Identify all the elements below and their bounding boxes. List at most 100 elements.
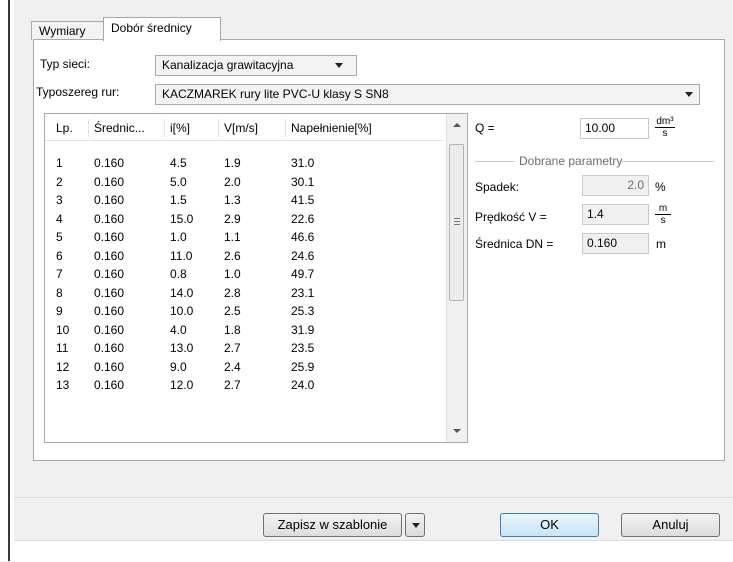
- window-bottom-strip: [14, 540, 733, 562]
- typoszereg-select[interactable]: KACZMAREK rury lite PVC-U klasy S SN8: [155, 84, 700, 105]
- typ-sieci-label: Typ sieci:: [40, 57, 91, 71]
- table-row[interactable]: 9 0.160 10.0 2.5 25.3: [45, 302, 445, 321]
- table-cell: 0.160: [94, 378, 125, 392]
- table-cell: 9: [56, 304, 63, 318]
- table-cell: 1.0: [224, 267, 241, 281]
- table-cell: 30.1: [291, 174, 315, 189]
- column-header-v[interactable]: V[m/s]: [219, 119, 286, 137]
- footer-separator: [14, 497, 733, 498]
- q-input[interactable]: 10.00: [580, 118, 649, 139]
- table-cell: 23.5: [291, 341, 315, 355]
- srednica-value: 0.160: [582, 233, 649, 254]
- table-cell: 11: [56, 341, 69, 355]
- table-cell: 24.0: [291, 378, 315, 392]
- table-cell: 14.0: [170, 285, 194, 300]
- table-cell: 7: [56, 267, 63, 281]
- table-cell: 13: [56, 378, 70, 392]
- table-cell: 4.0: [170, 322, 187, 337]
- table-cell: 0.160: [94, 322, 125, 337]
- table-body: 1 0.160 4.5 1.9 31.0 2 0.160 5.0 2.0 30.1 3 0.160 1.…: [45, 154, 445, 395]
- scroll-thumb[interactable]: [449, 144, 464, 301]
- table-row[interactable]: 1 0.160 4.5 1.9 31.0: [45, 154, 445, 173]
- table-cell: 2: [56, 174, 63, 189]
- predkosc-value: 1.4: [582, 204, 649, 225]
- arrow-up-icon[interactable]: [453, 123, 461, 127]
- table-cell: 3: [56, 193, 63, 207]
- table-row[interactable]: 5 0.160 1.0 1.1 46.6: [45, 228, 445, 247]
- table-row[interactable]: 4 0.160 15.0 2.9 22.6: [45, 210, 445, 229]
- table-cell: 24.6: [291, 248, 315, 263]
- cancel-button[interactable]: Anuluj: [621, 513, 720, 537]
- table-row[interactable]: 6 0.160 11.0 2.6 24.6: [45, 247, 445, 266]
- table-row[interactable]: 12 0.160 9.0 2.4 25.9: [45, 358, 445, 377]
- table-cell: 4.5: [170, 156, 187, 170]
- results-table[interactable]: Lp. Średnic... i[%] V[m/s] Napełnienie[%…: [44, 113, 468, 443]
- ok-button[interactable]: OK: [500, 513, 599, 537]
- table-cell: 13.0: [170, 341, 194, 355]
- table-cell: 0.160: [94, 248, 125, 263]
- table-row[interactable]: 11 0.160 13.0 2.7 23.5: [45, 339, 445, 358]
- table-cell: 49.7: [291, 267, 315, 281]
- column-header-napelnienie[interactable]: Napełnienie[%]: [286, 119, 426, 137]
- table-cell: 8: [56, 285, 63, 300]
- save-template-button[interactable]: Zapisz w szablonie: [263, 513, 402, 537]
- table-cell: 0.160: [94, 211, 125, 226]
- table-cell: 22.6: [291, 211, 315, 226]
- chevron-down-icon: [685, 92, 693, 97]
- table-row[interactable]: 13 0.160 12.0 2.7 24.0: [45, 376, 445, 395]
- table-cell: 0.160: [94, 156, 125, 170]
- table-cell: 25.3: [291, 304, 315, 318]
- table-cell: 46.6: [291, 230, 315, 244]
- spadek-label: Spadek:: [475, 180, 520, 194]
- typoszereg-label: Typoszereg rur:: [36, 85, 120, 99]
- q-unit: dm³ s: [655, 116, 675, 139]
- q-label: Q =: [475, 121, 495, 135]
- spadek-value: 2.0: [582, 175, 649, 196]
- table-cell: 1: [56, 156, 63, 170]
- table-scrollbar[interactable]: [446, 114, 467, 442]
- table-cell: 1.5: [170, 193, 187, 207]
- table-cell: 0.160: [94, 341, 125, 355]
- tab-wymiary[interactable]: Wymiary: [31, 21, 105, 40]
- table-cell: 15.0: [170, 211, 194, 226]
- chevron-down-icon: [335, 63, 343, 68]
- table-cell: 2.8: [224, 285, 241, 300]
- predkosc-unit: ms: [655, 203, 671, 226]
- table-cell: 10.0: [170, 304, 194, 318]
- table-cell: 9.0: [170, 359, 187, 374]
- table-cell: 6: [56, 248, 63, 263]
- table-cell: 31.0: [291, 156, 315, 170]
- table-cell: 5.0: [170, 174, 187, 189]
- table-cell: 41.5: [291, 193, 315, 207]
- typ-sieci-select[interactable]: Kanalizacja grawitacyjna: [155, 55, 357, 76]
- srednica-label: Średnica DN =: [475, 237, 554, 251]
- arrow-down-icon[interactable]: [453, 429, 461, 433]
- table-cell: 0.160: [94, 359, 125, 374]
- table-cell: 2.7: [224, 378, 241, 392]
- table-row[interactable]: 2 0.160 5.0 2.0 30.1: [45, 173, 445, 192]
- window-left-border: [0, 0, 14, 561]
- table-header: Lp. Średnic... i[%] V[m/s] Napełnienie[%…: [45, 114, 445, 141]
- column-header-lp[interactable]: Lp.: [51, 119, 89, 137]
- table-cell: 1.3: [224, 193, 241, 207]
- column-header-i[interactable]: i[%]: [165, 119, 219, 137]
- table-row[interactable]: 8 0.160 14.0 2.8 23.1: [45, 284, 445, 303]
- table-row[interactable]: 7 0.160 0.8 1.0 49.7: [45, 265, 445, 284]
- table-cell: 0.8: [170, 267, 187, 281]
- table-cell: 2.7: [224, 341, 241, 355]
- table-row[interactable]: 10 0.160 4.0 1.8 31.9: [45, 321, 445, 340]
- table-cell: 12: [56, 359, 70, 374]
- save-template-dropdown-button[interactable]: [405, 513, 425, 537]
- spadek-unit: %: [655, 180, 666, 194]
- table-cell: 1.0: [170, 230, 187, 244]
- table-cell: 11.0: [170, 248, 193, 263]
- table-row[interactable]: 3 0.160 1.5 1.3 41.5: [45, 191, 445, 210]
- table-cell: 10: [56, 322, 70, 337]
- column-header-srednica[interactable]: Średnic...: [89, 119, 165, 137]
- tab-dobor-srednicy[interactable]: Dobór średnicy: [103, 17, 221, 41]
- chevron-down-icon: [412, 523, 420, 528]
- dobrane-parametry-group: Dobrane parametry: [475, 155, 720, 167]
- table-cell: 0.160: [94, 304, 125, 318]
- table-cell: 2.5: [224, 304, 241, 318]
- table-cell: 2.4: [224, 359, 241, 374]
